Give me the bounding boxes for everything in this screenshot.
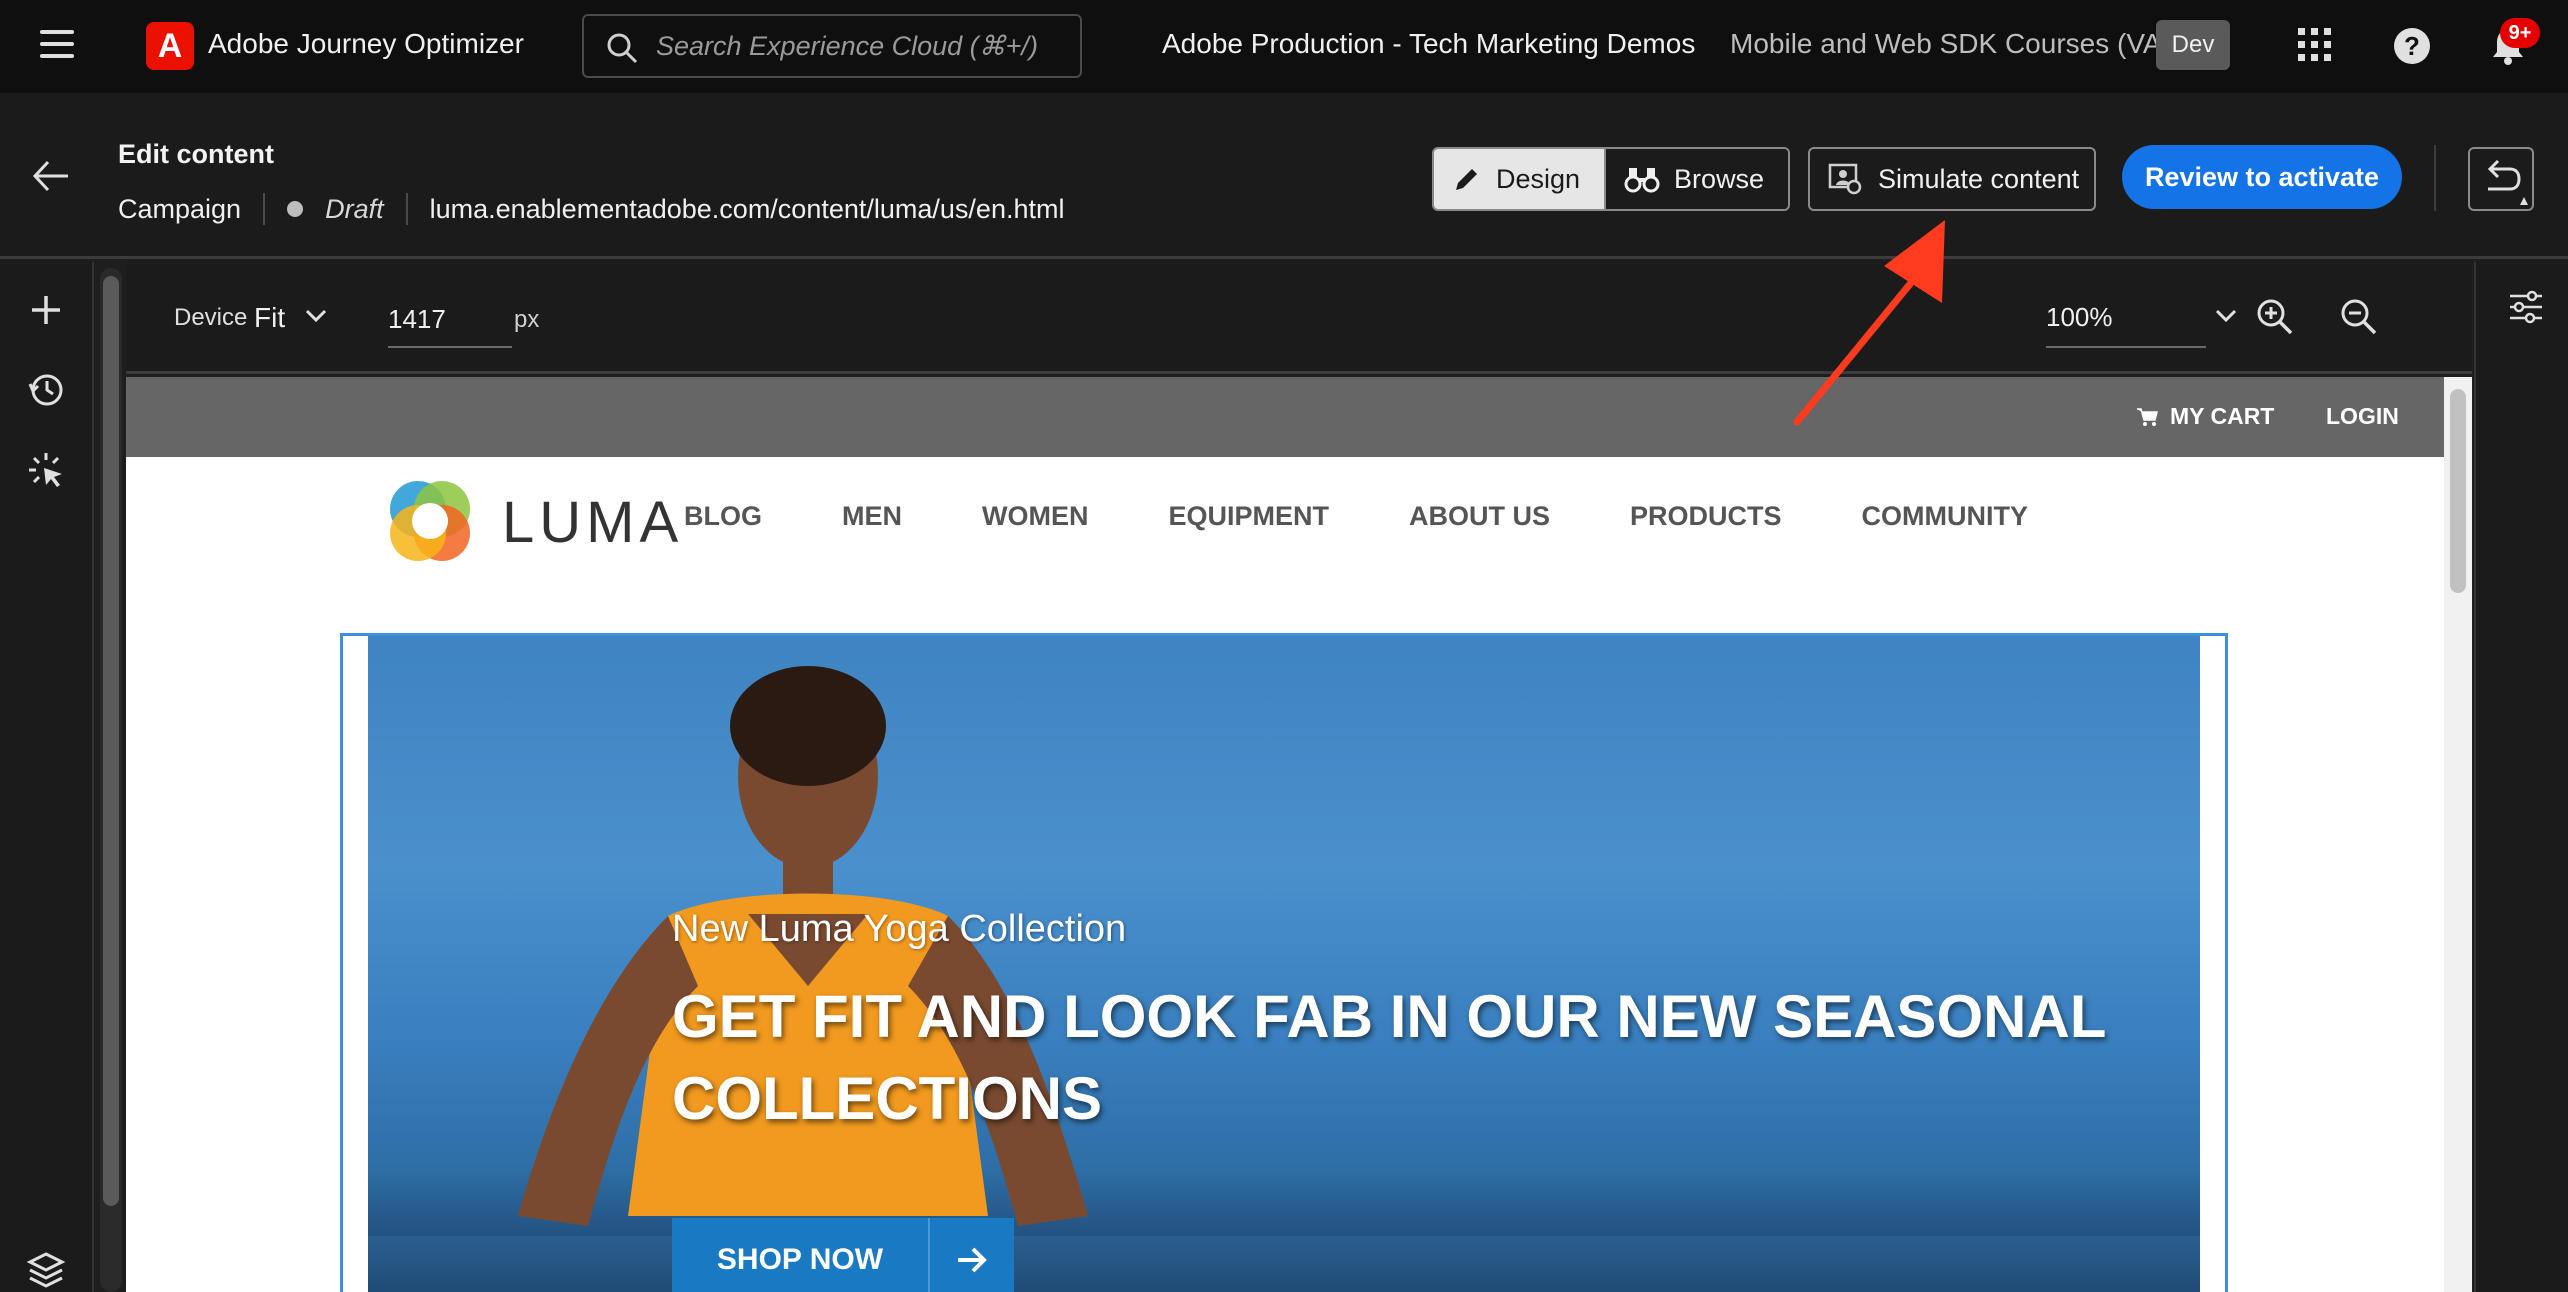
hamburger-menu-icon[interactable] <box>40 30 74 60</box>
left-tool-rail <box>0 262 94 1292</box>
nav-item-women[interactable]: WOMEN <box>982 501 1088 532</box>
device-label: Device <box>174 304 248 331</box>
callout-arrow-icon <box>1793 220 1945 426</box>
help-icon[interactable]: ? <box>2394 28 2430 64</box>
login-link[interactable]: LOGIN <box>2326 403 2399 430</box>
right-tool-rail <box>2474 262 2568 1292</box>
mode-toggle: Design Browse <box>1432 147 1791 211</box>
nav-item-products[interactable]: PRODUCTS <box>1630 501 1782 532</box>
nav-item-blog[interactable]: BLOG <box>684 501 762 532</box>
canvas-toolbar: Device Fit 1417 px 100% <box>126 262 2472 374</box>
luma-logo-text: LUMA <box>502 490 684 555</box>
shop-now-label: SHOP NOW <box>716 1243 884 1276</box>
nav-item-about-us[interactable]: ABOUT US <box>1409 501 1550 532</box>
chevron-down-icon[interactable] <box>2214 306 2238 326</box>
properties-sliders-icon[interactable] <box>2508 290 2544 324</box>
browse-mode-button[interactable]: Browse <box>1604 149 1789 209</box>
history-icon[interactable] <box>26 370 66 410</box>
nav-item-men[interactable]: MEN <box>842 501 902 532</box>
yoga-model-figure <box>518 666 1088 1226</box>
shell-header: A Adobe Journey Optimizer Adobe Producti… <box>0 0 2568 93</box>
scrollbar-thumb[interactable] <box>2450 389 2466 593</box>
hero-headline: GET FIT AND LOOK FAB IN OUR NEW SEASONAL… <box>672 983 2106 1132</box>
search-input[interactable] <box>656 26 1066 66</box>
luma-top-bar <box>126 377 2444 457</box>
simulate-content-label: Simulate content <box>1878 163 2080 194</box>
binoculars-icon <box>1624 168 1660 193</box>
luma-main-nav: BLOG MEN WOMEN EQUIPMENT ABOUT US PRODUC… <box>684 501 2108 532</box>
review-to-activate-button[interactable]: Review to activate <box>2122 145 2402 209</box>
zoom-picker[interactable]: 100% <box>2046 292 2206 348</box>
nav-item-community[interactable]: COMMUNITY <box>1862 501 2028 532</box>
apps-grid-icon[interactable] <box>2298 28 2332 62</box>
page-url: luma.enablementadobe.com/content/luma/us… <box>429 193 1065 224</box>
left-scrollbar[interactable] <box>100 268 122 1292</box>
target-select-icon[interactable] <box>26 450 66 490</box>
status-label: Draft <box>325 193 384 224</box>
luma-logo-icon[interactable] <box>384 475 476 567</box>
preview-scrollbar[interactable] <box>2444 377 2472 1292</box>
cart-icon <box>2137 407 2158 426</box>
zoom-out-icon[interactable] <box>2340 298 2378 336</box>
zoom-in-icon[interactable] <box>2256 298 2294 336</box>
divider <box>405 193 408 225</box>
environment-badge: Dev <box>2156 20 2230 70</box>
undo-icon <box>2487 159 2528 205</box>
adobe-logo-icon[interactable]: A <box>146 22 194 70</box>
browse-mode-label: Browse <box>1674 163 1765 194</box>
simulate-icon <box>1828 163 1862 195</box>
back-arrow-icon[interactable] <box>32 159 70 193</box>
hero-banner[interactable]: New Luma Yoga Collection GET FIT AND LOO… <box>368 636 2200 1292</box>
design-mode-button[interactable]: Design <box>1434 149 1605 209</box>
content-meta: Campaign Draft luma.enablementadobe.com/… <box>118 193 1064 225</box>
my-cart-label: MY CART <box>2170 403 2275 429</box>
page-preview[interactable]: MY CART LOGIN LUMA BLOG MEN WOMEN EQUIPM… <box>126 377 2472 1292</box>
arrow-right-icon <box>928 1218 1014 1292</box>
sandbox-switcher[interactable]: Mobile and Web SDK Courses (VA7) <box>1730 28 2187 60</box>
width-unit: px <box>514 306 540 333</box>
hero-subtitle: New Luma Yoga Collection <box>672 908 1127 950</box>
page-title: Edit content <box>118 139 274 169</box>
pencil-icon <box>1456 169 1477 190</box>
width-input[interactable]: 1417 <box>388 292 512 348</box>
search-icon <box>607 33 638 64</box>
divider <box>263 193 266 225</box>
design-mode-label: Design <box>1496 163 1581 194</box>
notifications-badge: 9+ <box>2500 18 2540 48</box>
my-cart-link[interactable]: MY CART <box>2136 403 2274 430</box>
scrollbar-thumb[interactable] <box>103 276 119 1206</box>
plus-icon[interactable] <box>26 290 66 330</box>
device-picker[interactable]: Fit <box>254 302 285 334</box>
layers-icon[interactable] <box>26 1250 66 1290</box>
org-switcher[interactable]: Adobe Production - Tech Marketing Demos <box>1162 28 1695 60</box>
edit-content-header: Edit content Campaign Draft luma.enablem… <box>0 93 2568 259</box>
content-type: Campaign <box>118 193 242 224</box>
app-name[interactable]: Adobe Journey Optimizer <box>208 28 524 60</box>
search-box[interactable] <box>582 14 1082 78</box>
status-dot <box>287 201 304 217</box>
divider <box>2434 145 2436 211</box>
nav-item-equipment[interactable]: EQUIPMENT <box>1168 501 1329 532</box>
chevron-down-icon[interactable] <box>304 306 328 326</box>
undo-button[interactable] <box>2468 147 2534 211</box>
shop-now-button[interactable]: SHOP NOW <box>672 1218 1014 1292</box>
